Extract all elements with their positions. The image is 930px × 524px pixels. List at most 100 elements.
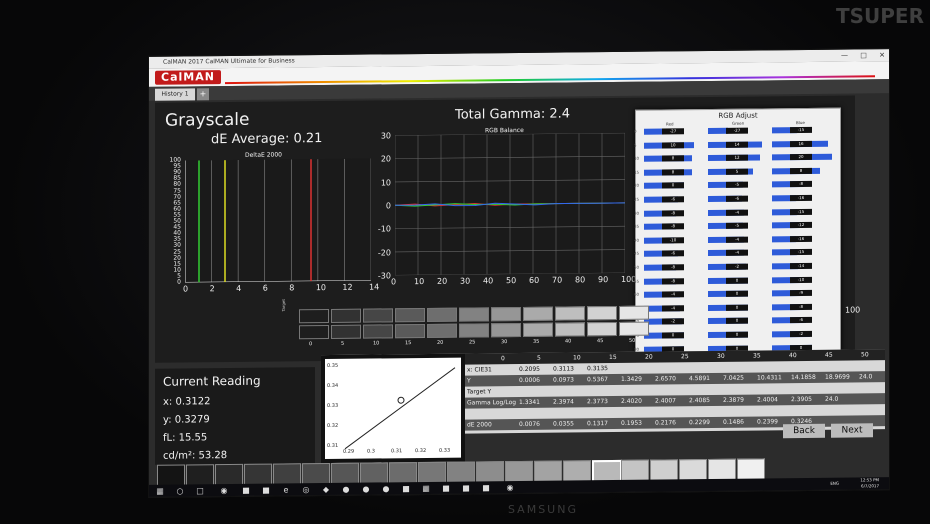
r-adjust-value[interactable]: 10: [662, 141, 684, 149]
b-adjust-value[interactable]: 16: [790, 140, 812, 147]
app-icon-2[interactable]: ●: [341, 485, 351, 495]
b-adjust-value[interactable]: 8: [790, 167, 812, 174]
cie-x-tick: 0.33: [439, 447, 451, 454]
g-adjust-value[interactable]: 14: [726, 141, 748, 148]
search-icon[interactable]: ○: [175, 486, 185, 496]
r-adjust-value[interactable]: -4: [662, 305, 684, 312]
calman-logo[interactable]: CalMAN: [155, 70, 221, 85]
g-adjust-value[interactable]: -6: [726, 195, 748, 202]
background-sign: TSUPER: [835, 4, 924, 28]
g-adjust-value[interactable]: -5: [726, 222, 748, 230]
r-adjust-value[interactable]: -4: [662, 291, 684, 298]
close-icon[interactable]: ✕: [879, 51, 885, 59]
g-adjust-value[interactable]: -4: [726, 209, 748, 216]
b-adjust-value[interactable]: -15: [790, 126, 812, 134]
table-cell: 0.5367: [587, 376, 608, 384]
g-adjust-value[interactable]: -4: [726, 236, 748, 243]
swatch-label: 20: [437, 339, 444, 346]
r-adjust-value[interactable]: 0: [662, 332, 684, 339]
g-adjust-value[interactable]: 0: [726, 277, 748, 284]
b-adjust-value[interactable]: -8: [790, 181, 812, 188]
chrome-icon[interactable]: ◎: [301, 485, 311, 495]
language-indicator[interactable]: ENG: [830, 481, 839, 486]
r-adjust-value[interactable]: -8: [662, 277, 684, 285]
b-adjust-value[interactable]: -9: [790, 290, 812, 297]
table-cell: 7.0425: [723, 374, 744, 382]
add-tab-button[interactable]: +: [197, 88, 209, 101]
r-adjust-value[interactable]: 0: [662, 182, 684, 189]
b-adjust-value[interactable]: -16: [790, 235, 812, 242]
rgb-adjust-row: 20 0 -5 -8: [634, 181, 836, 191]
rgb-adjust-row: 70-20-6: [634, 317, 836, 327]
next-button[interactable]: Next: [831, 423, 873, 438]
r-adjust-bar[interactable]: [644, 128, 664, 135]
g-adjust-value[interactable]: 0: [726, 331, 748, 338]
r-adjust-value[interactable]: -8: [662, 209, 684, 217]
b-adjust-value[interactable]: -2: [790, 330, 812, 338]
b-adjust-value[interactable]: -15: [790, 249, 812, 256]
b-adjust-value[interactable]: -16: [790, 194, 812, 202]
rgb-balance-x-tick: 60: [529, 275, 540, 285]
r-adjust-value[interactable]: -8: [662, 264, 684, 271]
g-adjust-value[interactable]: -2: [726, 263, 748, 270]
cie-y-tick: 0.33: [327, 402, 339, 410]
r-adjust-value[interactable]: -2: [662, 318, 684, 325]
app-icon-5[interactable]: ■: [401, 484, 411, 494]
samsung-logo: SAMSUNG: [508, 503, 578, 516]
rgb-adjust-row: 55 -8 0 -10: [634, 276, 836, 286]
r-adjust-value[interactable]: -6: [662, 196, 684, 203]
b-adjust-value[interactable]: -6: [790, 317, 812, 324]
r-adjust-value[interactable]: -8: [662, 223, 684, 230]
word-icon[interactable]: ■: [261, 486, 271, 496]
xbox-icon[interactable]: ◉: [505, 483, 515, 493]
maximize-icon[interactable]: □: [860, 51, 867, 59]
b-adjust-value[interactable]: -15: [790, 208, 812, 215]
app-icon-8[interactable]: ■: [481, 483, 491, 493]
target-label: Target: [281, 299, 286, 312]
r-adjust-value[interactable]: 8: [662, 155, 684, 162]
g-adjust-value[interactable]: -5: [726, 181, 748, 189]
b-adjust-value[interactable]: -8: [790, 303, 812, 310]
g-adjust-value[interactable]: 0: [726, 290, 748, 298]
g-adjust-value[interactable]: 0: [726, 317, 748, 325]
g-adjust-bar[interactable]: [708, 127, 728, 135]
current-reading-title: Current Reading: [163, 373, 261, 389]
edge-icon[interactable]: e: [281, 485, 291, 495]
table-cell: 24.0: [825, 395, 839, 403]
app-icon[interactable]: ◆: [321, 485, 331, 495]
b-adjust-value[interactable]: -14: [790, 262, 812, 270]
g-adjust-value[interactable]: 0: [726, 304, 748, 311]
file-explorer-icon[interactable]: ■: [241, 486, 251, 496]
table-cell: 0.0973: [553, 376, 574, 384]
g-adjust-value[interactable]: -27: [726, 127, 748, 134]
r-adjust-value[interactable]: -6: [662, 250, 684, 257]
g-adjust-value[interactable]: 5: [726, 168, 748, 175]
r-adjust-value[interactable]: 8: [662, 169, 684, 176]
current-reading-panel: Current Reading x: 0.3122 y: 0.3279 fL: …: [155, 367, 315, 465]
r-adjust-value[interactable]: -27: [662, 128, 684, 135]
window-title: CalMAN 2017 CalMAN Ultimate for Business: [163, 57, 295, 66]
calman-taskbar-icon[interactable]: ◉: [219, 486, 229, 496]
task-view-icon[interactable]: □: [195, 486, 205, 496]
tab-history-1[interactable]: History 1: [155, 88, 195, 101]
minimize-icon[interactable]: —: [841, 52, 848, 60]
b-adjust-value[interactable]: 20: [790, 154, 812, 161]
back-button[interactable]: Back: [783, 423, 825, 439]
windows-start-icon[interactable]: ▦: [155, 487, 165, 497]
target-swatch: [395, 307, 425, 323]
app-icon-7[interactable]: ■: [461, 484, 471, 494]
r-adjust-value[interactable]: -10: [662, 237, 684, 244]
taskbar-clock[interactable]: 12:53 PM 6/7/2017: [860, 477, 879, 489]
reading-cd: cd/m²: 53.28: [163, 450, 228, 462]
g-adjust-value[interactable]: 12: [726, 154, 748, 162]
app-icon-6[interactable]: ■: [441, 484, 451, 494]
deltae-x-tick: 2: [209, 284, 215, 294]
window-controls: — □ ✕: [831, 49, 885, 62]
b-adjust-value[interactable]: -12: [790, 222, 812, 229]
swatch-label: 45: [597, 338, 604, 345]
g-adjust-value[interactable]: -4: [726, 249, 748, 257]
b-adjust-value[interactable]: -10: [790, 276, 812, 283]
app-icon-3[interactable]: ●: [361, 485, 371, 495]
app-icon-4[interactable]: ●: [381, 484, 391, 494]
calculator-icon[interactable]: ▦: [421, 484, 431, 494]
